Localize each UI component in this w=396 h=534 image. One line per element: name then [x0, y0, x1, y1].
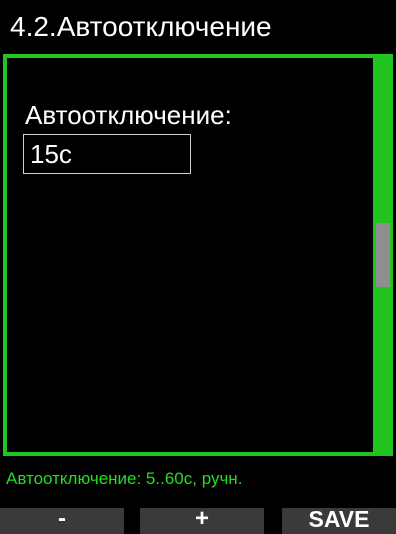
- hint-text: Автоотключение: 5..60с, ручн.: [6, 469, 243, 488]
- title-bar: 4.2.Автоотключение: [0, 0, 396, 54]
- page-title: 4.2.Автоотключение: [10, 11, 272, 42]
- settings-panel: Автоотключение: 15с: [3, 54, 393, 456]
- auto-off-value: 15с: [30, 139, 72, 169]
- scrollbar-track[interactable]: [373, 58, 393, 452]
- softkey-bar: - + SAVE: [0, 502, 396, 534]
- auto-off-value-field[interactable]: 15с: [23, 134, 191, 174]
- auto-off-label: Автоотключение:: [25, 100, 232, 130]
- decrease-button[interactable]: -: [0, 507, 124, 534]
- scrollbar-thumb[interactable]: [376, 223, 390, 287]
- save-button[interactable]: SAVE: [282, 508, 396, 534]
- increase-button[interactable]: +: [140, 507, 264, 534]
